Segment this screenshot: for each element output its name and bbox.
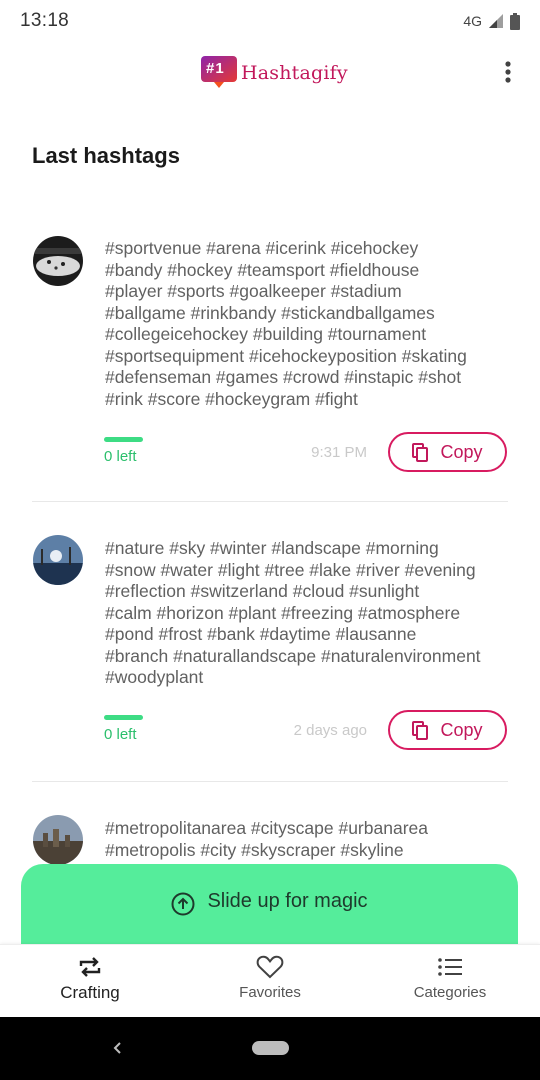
signal-icon	[489, 14, 503, 28]
list-icon	[438, 958, 462, 976]
hashtag-line: #pond #frost #bank #daytime #lausanne	[105, 624, 417, 644]
timestamp: 2 days ago	[293, 722, 367, 739]
copy-button[interactable]: Copy	[388, 432, 507, 472]
nav-label: Categories	[413, 984, 487, 1001]
page-title: Last hashtags	[32, 143, 180, 168]
nav-crafting[interactable]: Crafting	[0, 945, 180, 1017]
network-type: 4G	[463, 13, 482, 29]
heart-icon	[256, 955, 284, 979]
slide-up-panel[interactable]: Slide up for magic	[21, 864, 518, 954]
hashtag-line: #sportvenue #arena #icerink #icehockey	[105, 238, 419, 258]
status-bar: 13:18 4G	[0, 0, 540, 42]
home-pill[interactable]	[252, 1041, 289, 1055]
app-logo: #1 Hashtagify	[201, 56, 348, 90]
status-icons: 4G	[463, 12, 520, 30]
app-name: Hashtagify	[241, 62, 348, 84]
status-time: 13:18	[20, 10, 70, 31]
hashtag-line: #nature #sky #winter #landscape #morning	[105, 538, 439, 558]
hashtag-line: #woodyplant	[105, 667, 204, 687]
remaining-label: 0 left	[104, 448, 137, 465]
remaining-bar	[104, 437, 143, 442]
copy-button-label: Copy	[440, 441, 483, 462]
hashtag-line: #metropolis #city #skyscraper #skyline	[105, 839, 404, 860]
hashtag-card: #nature #sky #winter #landscape #morning…	[0, 535, 540, 780]
hashtag-list: #nature #sky #winter #landscape #morning…	[105, 538, 515, 689]
post-thumbnail[interactable]	[33, 535, 83, 585]
hashtag-line: #rink #score #hockeygram #fight	[105, 388, 358, 409]
post-thumbnail[interactable]	[33, 815, 83, 865]
hashtag-line: #metropolitanarea #cityscape #urbanarea	[105, 818, 428, 838]
hashtag-line: #branch #naturallandscape #naturalenviro…	[105, 645, 481, 666]
hashtag-list: #sportvenue #arena #icerink #icehockey #…	[105, 238, 515, 410]
nav-label: Crafting	[60, 983, 120, 1002]
copy-button-label: Copy	[440, 719, 483, 740]
hashtag-line: #defenseman #games #crowd #instapic #sho…	[105, 367, 462, 387]
hashtag-line: #sportsequipment #icehockeyposition #ska…	[105, 345, 467, 366]
battery-icon	[510, 12, 520, 30]
hashtag-line: #collegeicehockey #building #tournament	[105, 324, 427, 344]
nav-categories[interactable]: Categories	[360, 945, 540, 1017]
overflow-menu-icon[interactable]	[500, 60, 516, 86]
hashtag-line: #reflection #switzerland #cloud #sunligh…	[105, 581, 420, 601]
hashtag-card: #sportvenue #arena #icerink #icehockey #…	[0, 235, 540, 500]
remaining-bar	[104, 715, 143, 720]
system-navigation-bar	[0, 1017, 540, 1080]
copy-button[interactable]: Copy	[388, 710, 507, 750]
divider	[32, 501, 508, 502]
bottom-navigation: Crafting Favorites Categories	[0, 944, 540, 1017]
hashtagify-logo-icon: #1	[201, 56, 237, 90]
hashtag-list: #metropolitanarea #cityscape #urbanarea …	[105, 818, 515, 861]
post-thumbnail[interactable]	[33, 236, 83, 286]
logo-badge-text: #1	[206, 60, 225, 77]
repeat-icon	[79, 957, 101, 977]
hashtag-line: #ballgame #rinkbandy #stickandballgames	[105, 302, 435, 323]
nav-favorites[interactable]: Favorites	[180, 945, 360, 1017]
divider	[32, 781, 508, 782]
copy-icon	[412, 442, 429, 462]
nav-label: Favorites	[239, 984, 301, 1001]
hashtag-line: #snow #water #light #tree #lake #river #…	[105, 559, 476, 580]
timestamp: 9:31 PM	[311, 444, 367, 461]
hashtag-line: #calm #horizon #plant #freezing #atmosph…	[105, 602, 461, 623]
app-bar: #1 Hashtagify	[0, 42, 540, 102]
copy-icon	[412, 720, 429, 740]
hashtag-line: #bandy #hockey #teamsport #fieldhouse	[105, 259, 420, 280]
hashtag-line: #player #sports #goalkeeper #stadium	[105, 281, 402, 301]
remaining-label: 0 left	[104, 726, 137, 743]
arrow-up-circle-icon	[171, 892, 195, 916]
back-icon[interactable]	[108, 1037, 128, 1059]
